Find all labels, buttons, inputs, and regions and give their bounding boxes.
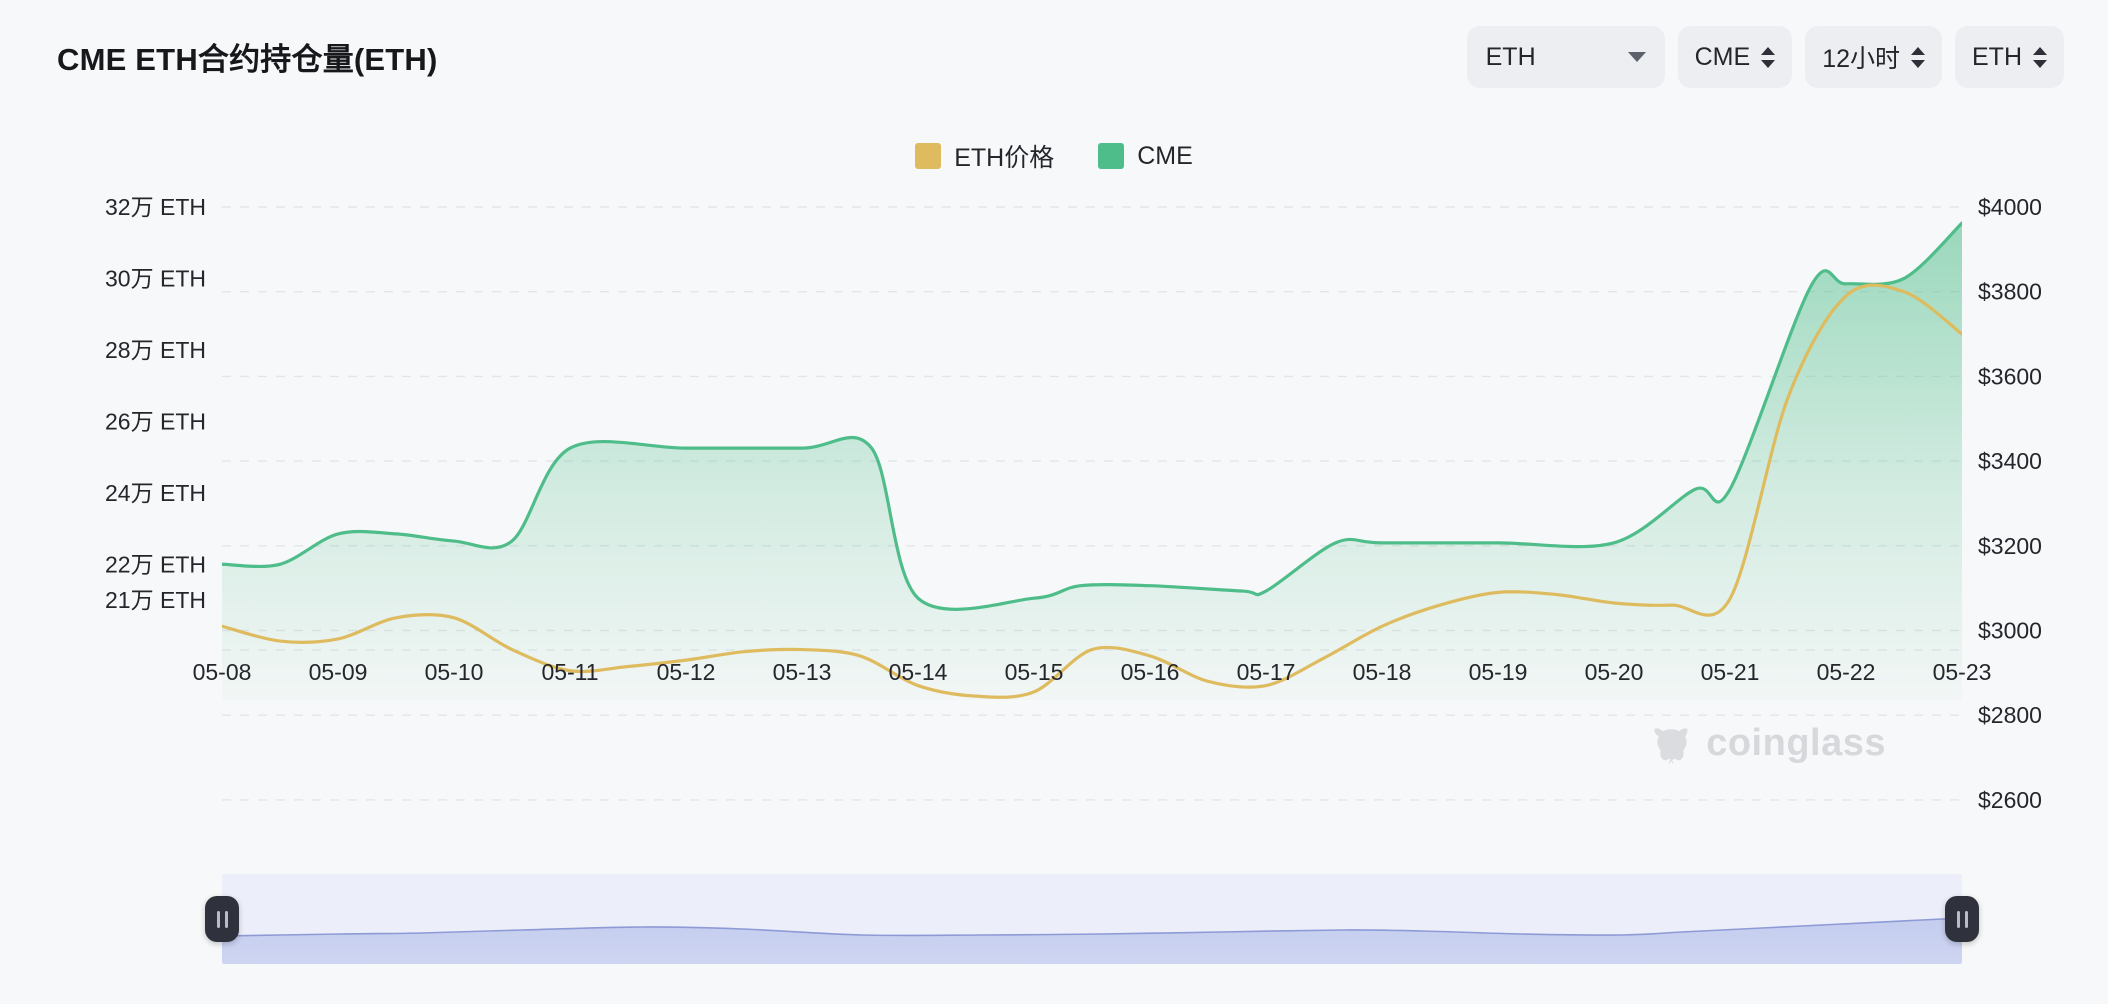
- y-axis-left-tick: 32万 ETH: [105, 194, 206, 220]
- unit-select[interactable]: ETH: [1955, 26, 2064, 88]
- y-axis-right-tick: $3600: [1978, 363, 2042, 389]
- chart-page: CME ETH合约持仓量(ETH) ETH CME 12小时 ETH: [0, 0, 2108, 1004]
- drag-handle-icon: [225, 911, 228, 928]
- y-axis-left-labels: 32万 ETH 30万 ETH 28万 ETH 26万 ETH 24万 ETH 22万 E…: [105, 194, 206, 613]
- updown-icon: [2033, 47, 2047, 68]
- x-axis-tick: 05-15: [1005, 659, 1064, 685]
- drag-handle-icon: [1957, 911, 1960, 928]
- x-axis-tick: 05-12: [657, 659, 716, 685]
- chart-header: CME ETH合约持仓量(ETH) ETH CME 12小时 ETH: [0, 0, 2108, 110]
- y-axis-left-tick: 30万 ETH: [105, 265, 206, 291]
- x-axis-tick: 05-19: [1469, 659, 1528, 685]
- drag-handle-icon: [217, 911, 220, 928]
- range-slider-handle-left[interactable]: [205, 896, 239, 942]
- y-axis-right-tick: $4000: [1978, 194, 2042, 220]
- legend-swatch-icon: [915, 143, 941, 169]
- x-axis-tick: 05-09: [309, 659, 368, 685]
- x-axis-tick: 05-11: [541, 659, 598, 685]
- y-axis-right-tick: $2600: [1978, 787, 2042, 813]
- drag-handle-icon: [1965, 911, 1968, 928]
- range-slider-track[interactable]: [222, 874, 1962, 964]
- range-slider-preview: [222, 874, 1962, 964]
- y-axis-right-labels: $4000 $3800 $3600 $3400 $3200 $3000 $2800 $2600: [1978, 194, 2042, 813]
- range-slider-handle-right[interactable]: [1945, 896, 1979, 942]
- x-axis-tick: 05-21: [1701, 659, 1760, 685]
- y-axis-right-tick: $3400: [1978, 448, 2042, 474]
- y-axis-left-tick: 21万 ETH: [105, 587, 206, 613]
- updown-icon: [1911, 47, 1925, 68]
- y-axis-left-tick: 22万 ETH: [105, 551, 206, 577]
- legend-item-cme[interactable]: CME: [1098, 142, 1193, 171]
- chart-legend: ETH价格 CME: [0, 138, 2108, 174]
- y-axis-left-tick: 26万 ETH: [105, 408, 206, 434]
- legend-label: ETH价格: [954, 138, 1054, 174]
- y-axis-right-tick: $3200: [1978, 533, 2042, 559]
- y-axis-right-tick: $3800: [1978, 279, 2042, 305]
- x-axis-tick: 05-13: [773, 659, 832, 685]
- interval-select-label: 12小时: [1822, 39, 1900, 75]
- x-axis-tick: 05-17: [1237, 659, 1296, 685]
- chart-controls: ETH CME 12小时 ETH: [1467, 26, 2064, 88]
- page-title: CME ETH合约持仓量(ETH): [57, 34, 438, 79]
- x-axis-tick: 05-18: [1353, 659, 1412, 685]
- x-axis-tick: 05-08: [193, 659, 252, 685]
- legend-item-eth-price[interactable]: ETH价格: [915, 138, 1054, 174]
- x-axis-tick: 05-16: [1121, 659, 1180, 685]
- exchange-select-label: CME: [1695, 43, 1751, 72]
- chart-plot-area[interactable]: 32万 ETH 30万 ETH 28万 ETH 26万 ETH 24万 ETH 22万 E…: [0, 180, 2108, 840]
- y-axis-left-tick: 24万 ETH: [105, 480, 206, 506]
- x-axis-tick: 05-14: [889, 659, 948, 685]
- unit-select-label: ETH: [1972, 43, 2022, 72]
- x-axis-tick: 05-23: [1933, 659, 1992, 685]
- chart-svg: 32万 ETH 30万 ETH 28万 ETH 26万 ETH 24万 ETH 22万 E…: [0, 180, 2108, 840]
- interval-select[interactable]: 12小时: [1805, 26, 1942, 88]
- asset-select[interactable]: ETH: [1467, 26, 1665, 88]
- exchange-select[interactable]: CME: [1678, 26, 1793, 88]
- y-axis-right-tick: $3000: [1978, 618, 2042, 644]
- y-axis-right-tick: $2800: [1978, 702, 2042, 728]
- legend-label: CME: [1137, 142, 1193, 171]
- legend-swatch-icon: [1098, 143, 1124, 169]
- x-axis-tick: 05-22: [1817, 659, 1876, 685]
- chevron-down-icon: [1628, 52, 1646, 62]
- range-slider[interactable]: [222, 874, 1962, 964]
- asset-select-label: ETH: [1486, 43, 1536, 72]
- x-axis-tick: 05-20: [1585, 659, 1644, 685]
- x-axis-tick: 05-10: [425, 659, 484, 685]
- y-axis-left-tick: 28万 ETH: [105, 337, 206, 363]
- updown-icon: [1761, 47, 1775, 68]
